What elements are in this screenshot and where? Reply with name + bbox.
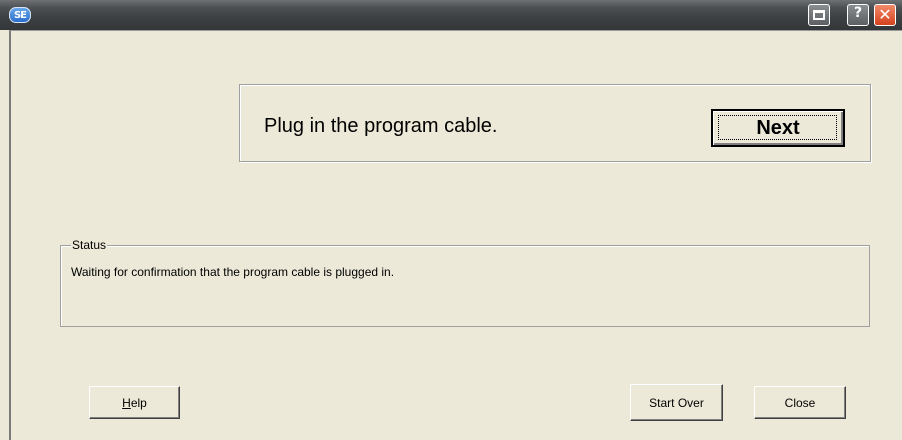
help-title-button[interactable]: ? <box>847 4 869 26</box>
status-legend: Status <box>71 238 108 252</box>
question-mark-icon: ? <box>853 5 863 21</box>
focus-rectangle <box>718 115 837 140</box>
status-message: Waiting for confirmation that the progra… <box>71 265 395 279</box>
help-mnemonic: H <box>122 396 131 410</box>
next-button[interactable]: Next <box>711 109 845 147</box>
help-label: elp <box>130 396 147 410</box>
status-group <box>60 245 870 327</box>
help-button[interactable]: Help <box>89 386 180 419</box>
close-window-button[interactable]: ✕ <box>874 4 896 26</box>
instruction-text: Plug in the program cable. <box>264 115 498 137</box>
close-label: Close <box>784 396 816 410</box>
app-icon[interactable]: SE <box>9 7 31 23</box>
start-over-button[interactable]: Start Over <box>630 384 723 421</box>
restore-button[interactable] <box>808 4 830 26</box>
start-over-label: Start Over <box>649 396 704 410</box>
close-icon: ✕ <box>878 5 892 24</box>
title-bar[interactable]: SE ? ✕ <box>0 0 902 30</box>
restore-icon <box>813 10 825 20</box>
close-button[interactable]: Close <box>754 386 846 419</box>
